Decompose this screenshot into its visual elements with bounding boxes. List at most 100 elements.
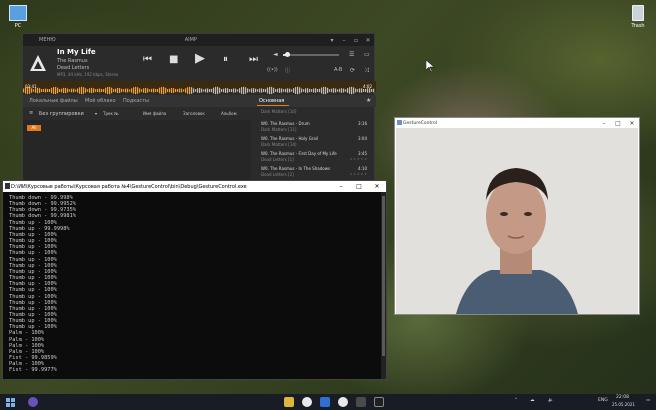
radio-icon[interactable]: ((•)) xyxy=(267,67,278,73)
maximize-icon[interactable]: □ xyxy=(350,183,368,190)
trash-label: Trash xyxy=(631,23,645,29)
pause-icon[interactable]: ⏸ xyxy=(223,54,228,65)
rating-stars[interactable]: ★ ★ ★ ★ ★ xyxy=(350,172,367,176)
column-track-no[interactable]: Трек № xyxy=(103,111,118,116)
console-taskbar-icon[interactable] xyxy=(374,397,384,407)
time-remaining: 4:02 xyxy=(363,84,372,89)
tab-my-cloud[interactable]: Моё облако xyxy=(85,98,116,104)
windows-logo-icon xyxy=(6,398,15,407)
playlist-row-name: W0. The Rasmus - Holy Grail xyxy=(261,136,319,141)
camera-feed xyxy=(396,128,638,314)
aimp-taskbar-icon[interactable] xyxy=(356,397,366,407)
close-icon[interactable]: ✕ xyxy=(362,37,374,44)
network-icon[interactable]: ☁ xyxy=(530,398,535,403)
chrome-icon[interactable] xyxy=(338,397,348,407)
console-scrollbar-thumb[interactable] xyxy=(382,196,385,356)
app-icon[interactable] xyxy=(320,397,330,407)
chevron-down-icon[interactable]: ▾ xyxy=(95,111,97,116)
close-icon[interactable]: ✕ xyxy=(625,120,639,127)
rating-stars[interactable]: ★ ★ ★ ★ ★ xyxy=(350,157,367,161)
playlist-panel: Dark Matters [10] W0. The Rasmus - Drum … xyxy=(255,107,373,182)
next-track-icon[interactable]: ⏭ xyxy=(249,54,258,65)
camera-title: GestureControl xyxy=(403,120,438,126)
playlist-row[interactable]: W0. The Rasmus - In The Shadows Dead Let… xyxy=(255,164,373,178)
maximize-icon[interactable]: ▫ xyxy=(350,37,362,44)
playlist-row-duration: 3:16 xyxy=(358,121,367,126)
aimp-menu-button[interactable]: МЕНЮ xyxy=(23,37,56,43)
previous-track-icon[interactable]: ⏮ xyxy=(143,54,152,65)
library-panel xyxy=(23,120,251,182)
menu-lines-icon[interactable]: ≡ xyxy=(29,110,33,116)
info-icon[interactable]: ⓘ xyxy=(285,67,290,74)
playlist-row-duration: 3:04 xyxy=(358,136,367,141)
volume-slider[interactable] xyxy=(283,52,339,57)
track-album: Dead Letters xyxy=(57,65,90,71)
playlist-row-sub: Dead Letters [2] xyxy=(261,172,294,177)
console-line: Fist - 99.9977% xyxy=(9,367,57,374)
console-title: D:\ИИ\Курсовые работы\Курсовая работа №4… xyxy=(11,183,247,190)
volume-icon[interactable]: ◄ xyxy=(273,51,278,58)
clock-time[interactable]: 22:08 xyxy=(616,395,629,400)
aimp-logo-icon xyxy=(30,55,46,71)
maximize-icon[interactable]: □ xyxy=(611,120,625,127)
equalizer-icon[interactable]: ☰ xyxy=(349,51,354,58)
notifications-icon[interactable]: ▭ xyxy=(646,398,650,403)
playlist-row-sub: Dark Matters [10] xyxy=(261,109,297,114)
taskbar: ⌃ ☁ 🔈 ENG 22:08 25.05.2021 ▭ xyxy=(0,394,656,410)
camera-app-icon xyxy=(397,120,402,125)
person-video-frame xyxy=(396,128,638,314)
pin-icon[interactable]: ▾ xyxy=(326,37,338,44)
favorite-icon[interactable]: ★ xyxy=(366,97,371,104)
tab-local-files[interactable]: Локальные файлы xyxy=(29,98,78,104)
desktop-icon-trash[interactable]: Trash xyxy=(623,5,653,29)
column-filename[interactable]: Имя файла xyxy=(143,111,166,116)
console-output: Thumb down - 99.998% Thumb down - 99.9952… xyxy=(9,195,379,374)
column-album[interactable]: Альбом xyxy=(221,111,237,116)
playlist-row-name: W0. The Rasmus - Drum xyxy=(261,121,310,126)
playlist-row[interactable]: W0. The Rasmus - Holy Grail Dark Matters… xyxy=(255,134,373,148)
console-app-icon xyxy=(5,183,10,189)
trash-icon xyxy=(632,5,644,21)
stop-icon[interactable]: ■ xyxy=(169,54,178,65)
tab-main-playlist[interactable]: Основная xyxy=(259,98,284,104)
clock-date[interactable]: 25.05.2021 xyxy=(612,402,635,407)
playlist-row[interactable]: W0. The Rasmus - Drum Dark Matters [11] … xyxy=(255,119,373,133)
track-artist: The Rasmus xyxy=(57,58,88,64)
all-filter-badge[interactable]: All xyxy=(27,125,41,131)
input-language[interactable]: ENG xyxy=(598,398,608,403)
playlist-row-duration: 4:10 xyxy=(358,166,367,171)
playlist-icon[interactable]: ▭ xyxy=(364,51,370,58)
start-button[interactable] xyxy=(6,398,15,407)
waveform-seekbar[interactable] xyxy=(23,81,376,95)
console-window: D:\ИИ\Курсовые работы\Курсовая работа №4… xyxy=(2,180,387,380)
shuffle-icon[interactable]: ⤨ xyxy=(364,67,369,75)
close-icon[interactable]: ✕ xyxy=(368,183,386,190)
pc-label: PC xyxy=(14,23,22,29)
camera-window: GestureControl – □ ✕ xyxy=(394,117,640,315)
column-title[interactable]: Заголовок xyxy=(183,111,205,116)
desktop-icon-pc[interactable]: PC xyxy=(3,5,33,29)
track-title: In My Life xyxy=(57,48,96,56)
search-icon[interactable] xyxy=(28,397,38,407)
grouping-row: ≡ Без группировки ▾ Трек № Имя файла Заг… xyxy=(23,109,251,119)
volume-tray-icon[interactable]: 🔈 xyxy=(548,398,554,403)
ab-repeat-icon[interactable]: A-B xyxy=(334,67,342,73)
computer-icon xyxy=(9,5,27,21)
minimize-icon[interactable]: – xyxy=(338,37,350,44)
aimp-window-title: AIMP xyxy=(184,37,197,43)
playlist-row-sub: Dark Matters [14] xyxy=(261,142,297,147)
play-icon[interactable]: ▶ xyxy=(195,51,205,66)
tab-podcasts[interactable]: Подкасты xyxy=(123,98,149,104)
minimize-icon[interactable]: – xyxy=(332,183,350,190)
tray-chevron-icon[interactable]: ⌃ xyxy=(514,398,518,403)
playlist-row-name: W0. The Rasmus - First Day of My Life xyxy=(261,151,337,156)
playlist-row-name: W0. The Rasmus - In The Shadows xyxy=(261,166,331,171)
playlist-row[interactable]: W0. The Rasmus - First Day of My Life De… xyxy=(255,149,373,163)
minimize-icon[interactable]: – xyxy=(597,120,611,127)
file-explorer-icon[interactable] xyxy=(284,397,294,407)
track-format-info: MP3, 44 kHz, 192 kbps, Stereo xyxy=(57,72,119,77)
grouping-select[interactable]: Без группировки xyxy=(39,111,84,117)
yandex-browser-icon[interactable] xyxy=(302,397,312,407)
repeat-icon[interactable]: ⟳ xyxy=(350,67,355,74)
camera-titlebar: GestureControl – □ ✕ xyxy=(395,118,639,128)
